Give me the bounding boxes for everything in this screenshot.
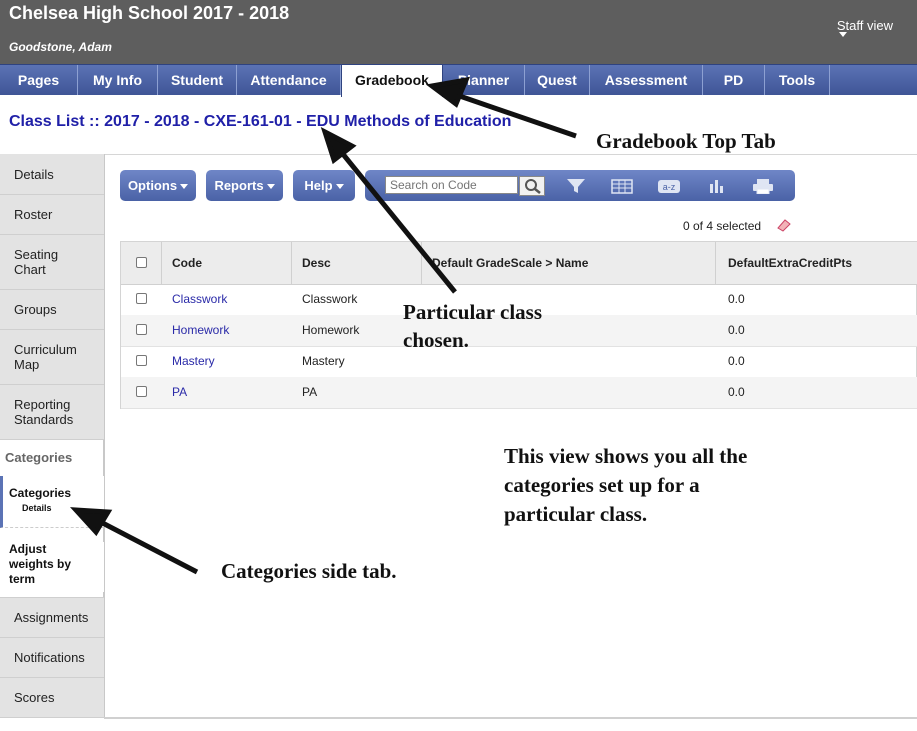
arrow-gradebook xyxy=(447,89,577,139)
arrow-head-gradebook xyxy=(425,76,471,108)
arrow-head-class xyxy=(320,126,357,165)
arrow-class xyxy=(336,146,457,294)
annotation-arrows xyxy=(70,76,577,575)
arrow-side-tab xyxy=(91,515,199,575)
arrow-head-side-tab xyxy=(70,507,113,537)
